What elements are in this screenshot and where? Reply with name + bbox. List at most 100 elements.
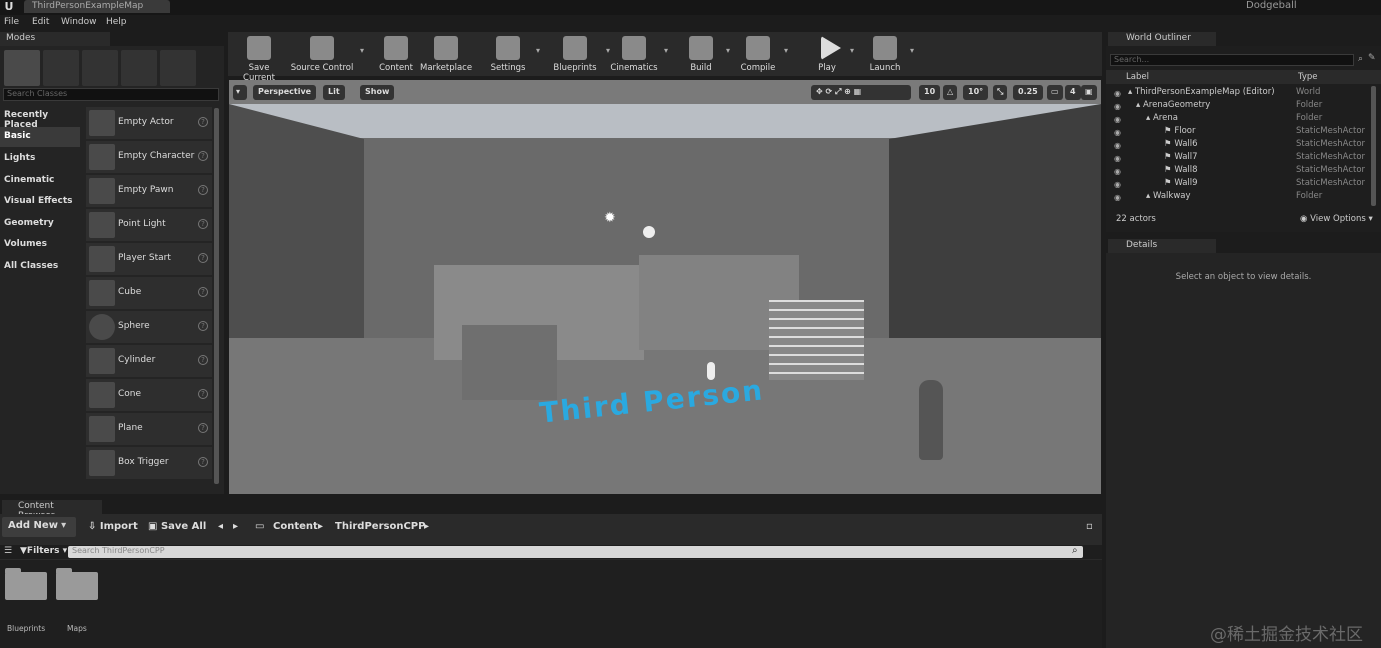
third-person-character[interactable] [919, 380, 943, 460]
rotation-snap-value[interactable]: 10° [963, 85, 989, 100]
back-arrow-icon[interactable]: ◂ [218, 521, 223, 532]
player-start-icon[interactable] [707, 362, 715, 380]
visibility-eye-icon[interactable]: ◉ [1114, 193, 1121, 202]
dropdown-arrow-icon[interactable]: ▾ [784, 46, 788, 55]
geometry-mode-icon[interactable] [160, 50, 196, 86]
marketplace-button[interactable]: Marketplace [420, 32, 472, 76]
grid-snap-value[interactable]: 10 [919, 85, 941, 100]
dropdown-arrow-icon[interactable]: ▾ [910, 46, 914, 55]
level-viewport[interactable]: ✹ Third Person ▾ Perspective Lit Show ✥ … [229, 80, 1101, 494]
dropdown-arrow-icon[interactable]: ▾ [850, 46, 854, 55]
place-point-light[interactable]: Point Light? [86, 209, 212, 241]
cube-block[interactable] [462, 325, 557, 400]
outliner-row[interactable]: ◉ ▴ ArenaGeometry Folder [1106, 100, 1368, 113]
place-cone[interactable]: Cone? [86, 379, 212, 411]
help-icon[interactable]: ? [198, 287, 208, 297]
blueprints-button[interactable]: Blueprints ▾ [550, 32, 610, 76]
content-search-input[interactable]: Search ThirdPersonCPP [68, 546, 1083, 558]
stairs[interactable] [769, 300, 864, 380]
place-empty-pawn[interactable]: Empty Pawn? [86, 175, 212, 207]
place-cylinder[interactable]: Cylinder? [86, 345, 212, 377]
place-list-scrollbar[interactable] [214, 108, 219, 484]
show-button[interactable]: Show [360, 85, 395, 100]
outliner-row[interactable]: ◉ ⚑ Wall8 StaticMeshActor [1106, 165, 1368, 178]
category-recently-placed[interactable]: Recently Placed [0, 106, 80, 130]
menu-edit[interactable]: Edit [32, 17, 49, 27]
add-new-button[interactable]: Add New ▾ [2, 517, 76, 537]
maximize-viewport-icon[interactable]: ▣ [1081, 85, 1097, 100]
place-sphere[interactable]: Sphere? [86, 311, 212, 343]
folder-blueprints-icon[interactable] [5, 568, 47, 600]
path-thirdpersoncpp[interactable]: ThirdPersonCPP [335, 521, 425, 532]
category-lights[interactable]: Lights [0, 149, 80, 169]
col-type[interactable]: Type [1298, 72, 1318, 82]
dropdown-arrow-icon[interactable]: ▾ [360, 46, 364, 55]
visibility-eye-icon[interactable]: ◉ [1114, 141, 1121, 150]
outliner-scrollbar[interactable] [1371, 86, 1376, 206]
help-icon[interactable]: ? [198, 253, 208, 263]
path-content[interactable]: Content [273, 521, 318, 532]
help-icon[interactable]: ? [198, 219, 208, 229]
visibility-eye-icon[interactable]: ◉ [1114, 115, 1121, 124]
scale-snap-value[interactable]: 0.25 [1013, 85, 1043, 100]
view-options-button[interactable]: ◉ View Options ▾ [1300, 214, 1373, 224]
visibility-eye-icon[interactable]: ◉ [1114, 89, 1121, 98]
outliner-search-input[interactable]: Search... [1110, 54, 1354, 66]
rotation-snap-icon[interactable]: △ [943, 85, 958, 100]
category-geometry[interactable]: Geometry [0, 214, 80, 234]
settings-button[interactable]: Settings ▾ [486, 32, 540, 76]
category-volumes[interactable]: Volumes [0, 235, 80, 255]
help-icon[interactable]: ? [198, 423, 208, 433]
help-icon[interactable]: ? [198, 457, 208, 467]
sphere-reflection-icon[interactable] [643, 226, 655, 238]
map-tab[interactable]: ThirdPersonExampleMap [24, 0, 170, 13]
help-icon[interactable]: ? [198, 151, 208, 161]
visibility-eye-icon[interactable]: ◉ [1114, 180, 1121, 189]
directional-light-icon[interactable]: ✹ [604, 210, 616, 226]
play-button[interactable]: Play ▾ [810, 32, 854, 76]
cinematics-button[interactable]: Cinematics ▾ [610, 32, 668, 76]
source-control-button[interactable]: Source Control ▾ [290, 32, 364, 76]
lit-button[interactable]: Lit [323, 85, 345, 100]
place-cube[interactable]: Cube? [86, 277, 212, 309]
pin-icon[interactable]: ✎ [1368, 53, 1376, 63]
camera-speed-value[interactable]: 4 [1065, 85, 1081, 100]
outliner-row[interactable]: ◉ ⚑ Wall9 StaticMeshActor [1106, 178, 1368, 191]
dropdown-arrow-icon[interactable]: ▾ [664, 46, 668, 55]
help-icon[interactable]: ? [198, 389, 208, 399]
outliner-row[interactable]: ◉ ▴ ThirdPersonExampleMap (Editor) World [1106, 87, 1368, 100]
visibility-eye-icon[interactable]: ◉ [1114, 128, 1121, 137]
help-icon[interactable]: ? [198, 321, 208, 331]
path-chevron-icon[interactable]: ▸ [424, 521, 429, 532]
lock-icon[interactable]: ▫ [1086, 521, 1093, 532]
outliner-row[interactable]: ◉ ⚑ Wall7 StaticMeshActor [1106, 152, 1368, 165]
place-player-start[interactable]: Player Start? [86, 243, 212, 275]
folder-maps-icon[interactable] [56, 568, 98, 600]
viewport-options-button[interactable]: ▾ [233, 85, 247, 100]
place-empty-actor[interactable]: Empty Actor? [86, 107, 212, 139]
help-icon[interactable]: ? [198, 117, 208, 127]
help-icon[interactable]: ? [198, 355, 208, 365]
forward-arrow-icon[interactable]: ▸ [233, 521, 238, 532]
category-basic[interactable]: Basic [0, 127, 80, 147]
save-current-button[interactable]: Save Current [232, 32, 286, 83]
col-label[interactable]: Label [1126, 72, 1149, 82]
perspective-button[interactable]: Perspective [253, 85, 317, 100]
place-empty-character[interactable]: Empty Character? [86, 141, 212, 173]
details-tab[interactable]: Details [1108, 239, 1216, 253]
world-outliner-tab[interactable]: World Outliner [1108, 32, 1216, 46]
visibility-eye-icon[interactable]: ◉ [1114, 167, 1121, 176]
visibility-eye-icon[interactable]: ◉ [1114, 102, 1121, 111]
outliner-row[interactable]: ◉ ⚑ Wall6 StaticMeshActor [1106, 139, 1368, 152]
menu-help[interactable]: Help [106, 17, 127, 27]
visibility-eye-icon[interactable]: ◉ [1114, 154, 1121, 163]
outliner-row[interactable]: ◉ ▴ Walkway Folder [1106, 191, 1368, 204]
menu-file[interactable]: File [4, 17, 19, 27]
camera-speed-icon[interactable]: ▭ [1047, 85, 1063, 100]
help-icon[interactable]: ? [198, 185, 208, 195]
dropdown-arrow-icon[interactable]: ▾ [726, 46, 730, 55]
dropdown-arrow-icon[interactable]: ▾ [536, 46, 540, 55]
import-button[interactable]: ⇩ Import [88, 521, 138, 532]
landscape-mode-icon[interactable] [82, 50, 118, 86]
foliage-mode-icon[interactable] [121, 50, 157, 86]
